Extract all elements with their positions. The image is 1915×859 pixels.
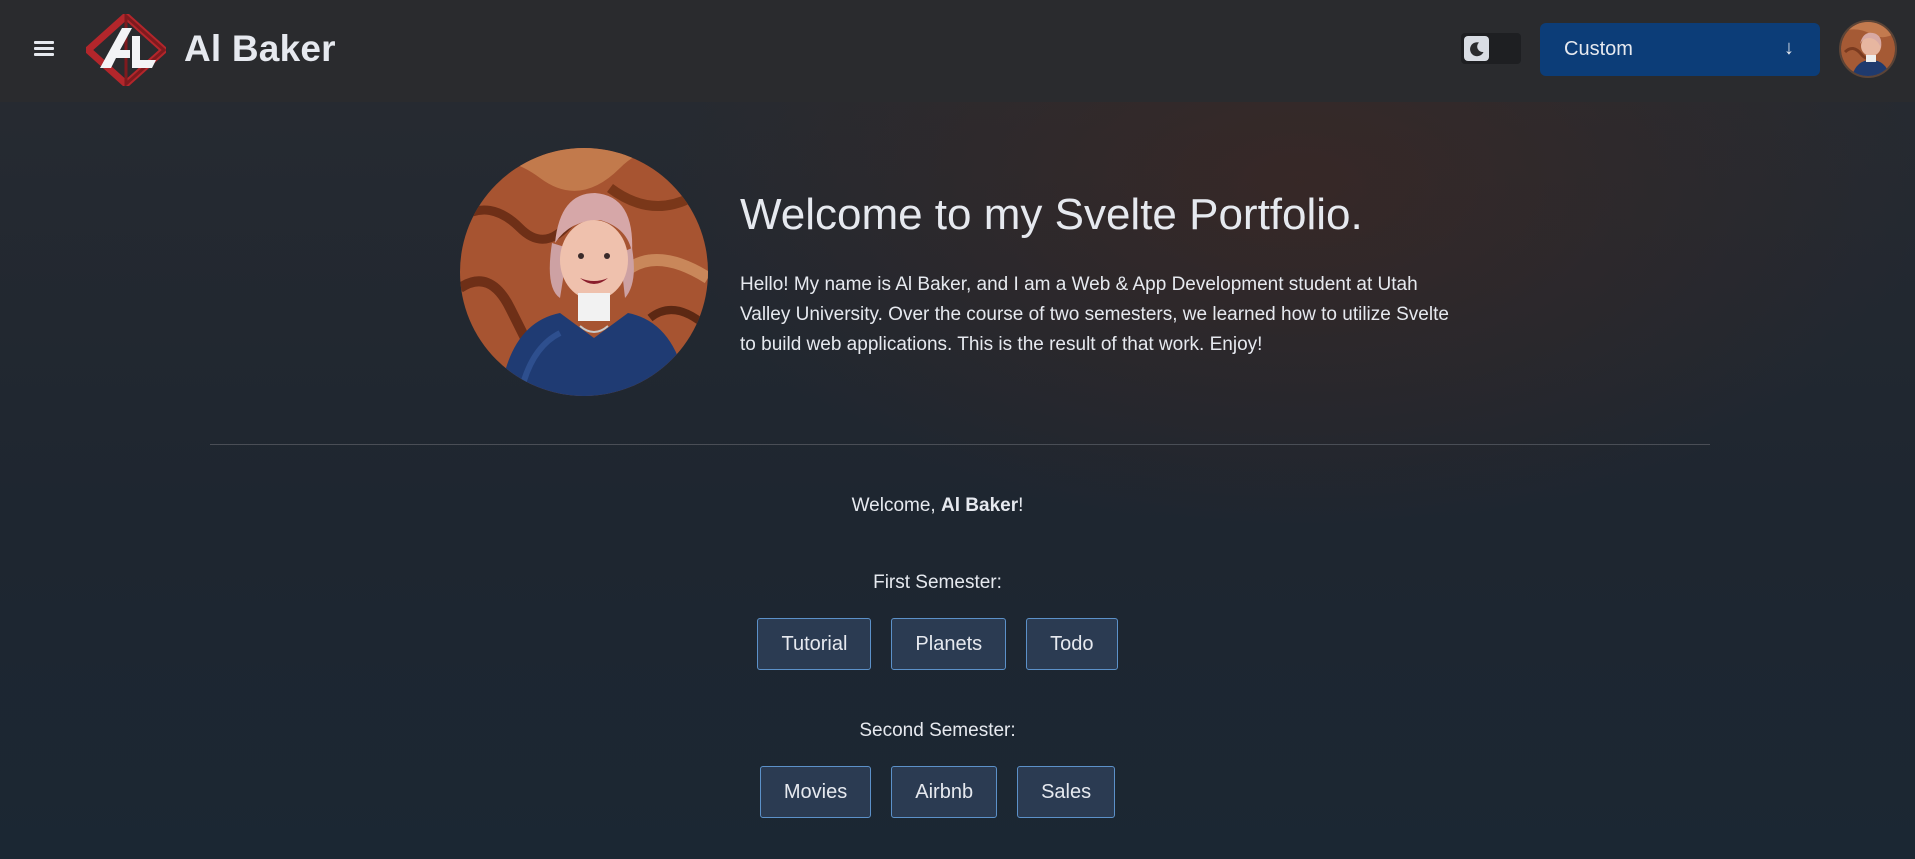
semester-label-first: First Semester: [873,572,1002,593]
page-title: Welcome to my Svelte Portfolio. [740,190,1363,239]
welcome-greeting: Welcome, Al Baker! [851,495,1024,516]
theme-select[interactable]: Custom ↓ [1540,23,1820,76]
todo-button[interactable]: Todo [1026,618,1118,670]
intro-paragraph: Hello! My name is Al Baker, and I am a W… [740,274,1449,355]
tutorial-button[interactable]: Tutorial [757,618,872,670]
menu-icon[interactable] [32,38,56,60]
semester-label-second: Second Semester: [859,720,1016,741]
theme-toggle[interactable] [1461,33,1521,64]
user-name: Al Baker [941,495,1019,516]
movies-button[interactable]: Movies [759,766,872,818]
airbnb-button[interactable]: Airbnb [891,766,998,818]
sales-button[interactable]: Sales [1017,766,1116,818]
brand-name[interactable]: Al Baker [184,28,336,70]
theme-select-value: Custom [1564,38,1633,60]
moon-icon [1464,36,1489,61]
profile-photo [460,148,708,396]
avatar[interactable] [1839,20,1897,78]
logo[interactable] [82,11,170,89]
first-semester-projects: Tutorial Planets Todo [0,618,1915,670]
divider [210,444,1710,445]
top-app-bar: Al Baker Custom ↓ [0,0,1915,102]
down-arrow-icon: ↓ [1784,37,1794,59]
planets-button[interactable]: Planets [891,618,1007,670]
second-semester-projects: Movies Airbnb Sales [0,766,1915,818]
